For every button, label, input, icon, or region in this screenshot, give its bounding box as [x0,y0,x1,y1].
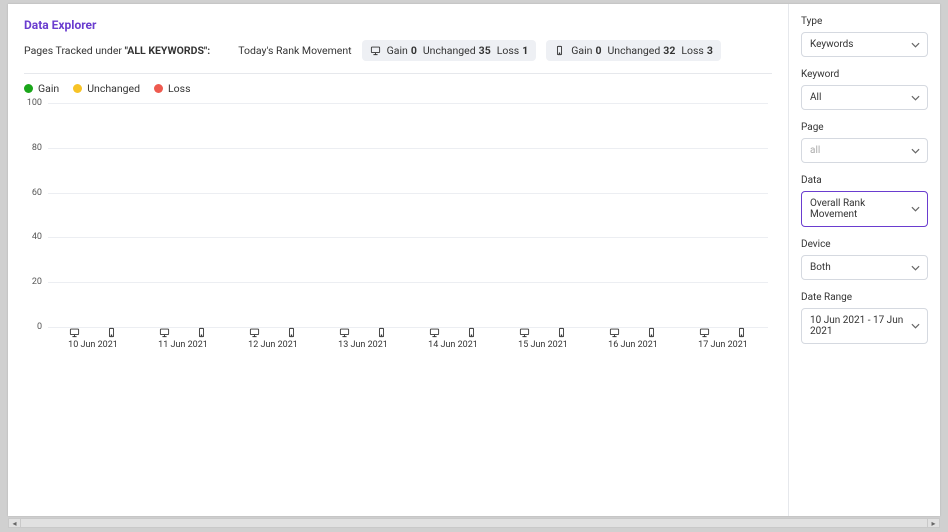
x-axis-group: 16 Jun 2021 [588,327,678,363]
chart: 020406080100 10 Jun 202111 Jun 202112 Ju… [24,103,772,363]
horizontal-scrollbar[interactable]: ◂ ▸ [8,518,940,528]
mobile-icon [646,327,657,338]
desktop-icon [699,327,710,338]
x-axis-group: 17 Jun 2021 [678,327,768,363]
x-axis-label: 17 Jun 2021 [698,340,748,350]
type-select[interactable]: Keywords [801,32,928,57]
desktop-icon [370,45,381,56]
daterange-label: Date Range [801,292,928,303]
y-tick: 40 [32,232,42,242]
header-row: Pages Tracked under "ALL KEYWORDS": Toda… [24,40,772,61]
legend-loss-dot [154,84,163,93]
chart-legend: Gain Unchanged Loss [24,82,772,95]
mobile-summary-pill: Gain 0 Unchanged 32 Loss 3 [546,40,721,61]
x-axis-group: 13 Jun 2021 [318,327,408,363]
pages-tracked-label: Pages Tracked under "ALL KEYWORDS": [24,44,210,57]
legend-gain: Gain [24,82,59,95]
chevron-down-icon [911,93,920,102]
desktop-icon [69,327,80,338]
x-axis-label: 14 Jun 2021 [428,340,478,350]
chevron-down-icon [911,146,920,155]
mobile-icon [466,327,477,338]
x-axis-group: 12 Jun 2021 [228,327,318,363]
x-axis-group: 11 Jun 2021 [138,327,228,363]
x-axis-label: 12 Jun 2021 [248,340,298,350]
chevron-down-icon [911,205,920,214]
mobile-icon [736,327,747,338]
today-rank-label: Today's Rank Movement [238,44,351,57]
desktop-icon [429,327,440,338]
scroll-right-arrow[interactable]: ▸ [927,519,939,527]
x-axis-group: 14 Jun 2021 [408,327,498,363]
mobile-icon [556,327,567,338]
legend-unchanged: Unchanged [73,82,140,95]
desktop-icon [249,327,260,338]
y-tick: 0 [37,322,42,332]
desktop-summary-pill: Gain 0 Unchanged 35 Loss 1 [362,40,537,61]
keyword-select[interactable]: All [801,85,928,110]
page-title: Data Explorer [24,18,772,32]
x-axis-group: 10 Jun 2021 [48,327,138,363]
legend-gain-dot [24,84,33,93]
divider [24,73,772,74]
y-tick: 60 [32,188,42,198]
keyword-label: Keyword [801,69,928,80]
device-label: Device [801,239,928,250]
type-label: Type [801,16,928,27]
x-axis-label: 13 Jun 2021 [338,340,388,350]
desktop-icon [159,327,170,338]
mobile-icon [196,327,207,338]
mobile-icon [376,327,387,338]
device-select[interactable]: Both [801,255,928,280]
chevron-down-icon [911,40,920,49]
data-label: Data [801,175,928,186]
y-tick: 100 [27,98,42,108]
x-axis-label: 16 Jun 2021 [608,340,658,350]
mobile-icon [106,327,117,338]
data-select[interactable]: Overall Rank Movement [801,191,928,227]
x-axis-label: 11 Jun 2021 [158,340,208,350]
y-tick: 20 [32,277,42,287]
chevron-down-icon [911,322,920,331]
filters-sidebar: Type Keywords Keyword All Page all Data … [788,4,940,516]
page-label: Page [801,122,928,133]
bars-container [48,103,768,327]
desktop-icon [609,327,620,338]
desktop-icon [339,327,350,338]
main-panel: Data Explorer Pages Tracked under "ALL K… [8,4,788,516]
y-tick: 80 [32,143,42,153]
x-axis-label: 15 Jun 2021 [518,340,568,350]
mobile-icon [554,45,565,56]
chevron-down-icon [911,263,920,272]
page-select[interactable]: all [801,138,928,163]
daterange-select[interactable]: 10 Jun 2021 - 17 Jun 2021 [801,308,928,344]
desktop-icon [519,327,530,338]
mobile-icon [286,327,297,338]
x-axis-label: 10 Jun 2021 [68,340,118,350]
scroll-left-arrow[interactable]: ◂ [9,519,21,527]
x-axis-group: 15 Jun 2021 [498,327,588,363]
legend-unchanged-dot [73,84,82,93]
legend-loss: Loss [154,82,190,95]
